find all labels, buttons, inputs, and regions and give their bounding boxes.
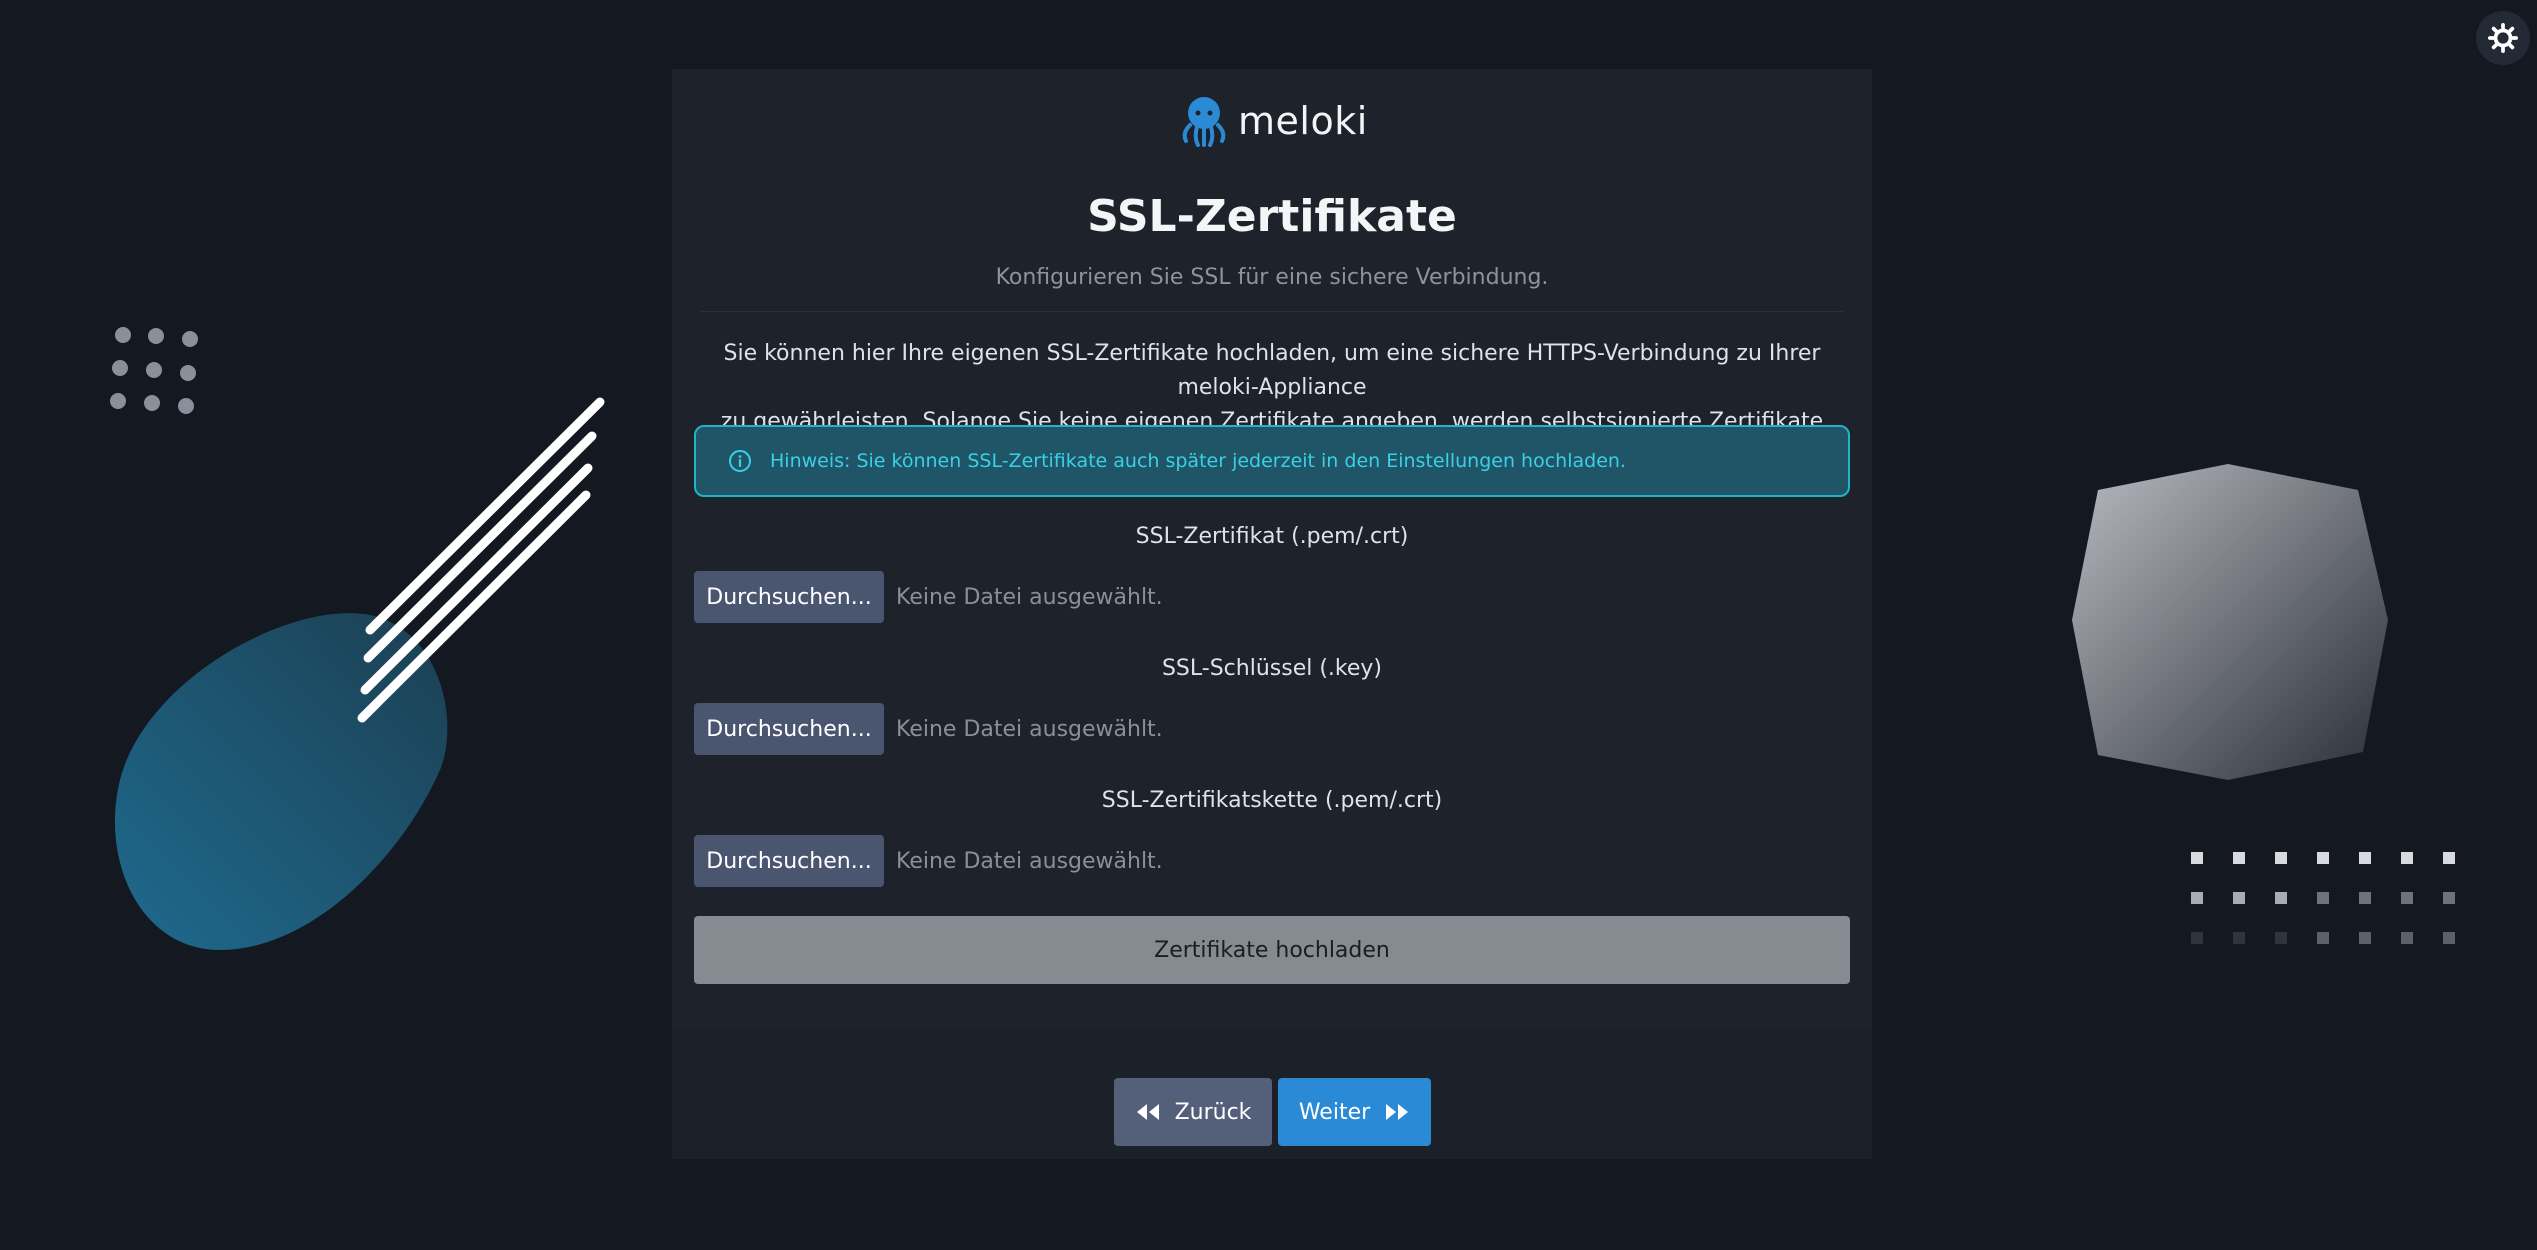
next-button[interactable]: Weiter [1278, 1078, 1431, 1146]
info-alert: Hinweis: Sie können SSL-Zertifikate auch… [694, 425, 1850, 497]
gear-icon [2488, 23, 2518, 53]
chain-browse-button[interactable]: Durchsuchen... [694, 835, 884, 887]
cert-browse-button[interactable]: Durchsuchen... [694, 571, 884, 623]
info-icon [729, 450, 751, 472]
intro-line-1: Sie können hier Ihre eigenen SSL-Zertifi… [723, 341, 1821, 400]
cert-file-input[interactable]: Durchsuchen... Keine Datei ausgewählt. [694, 571, 1163, 623]
theme-toggle-button[interactable] [2476, 11, 2530, 65]
key-file-input[interactable]: Durchsuchen... Keine Datei ausgewählt. [694, 703, 1163, 755]
divider [700, 311, 1844, 312]
double-chevron-right-icon [1386, 1104, 1409, 1120]
next-button-label: Weiter [1298, 1099, 1371, 1125]
octopus-icon [1182, 97, 1226, 147]
cert-file-status: Keine Datei ausgewählt. [896, 584, 1163, 610]
double-chevron-left-icon [1136, 1104, 1159, 1120]
chain-field-label: SSL-Zertifikatskette (.pem/.crt) [1101, 788, 1443, 813]
key-file-status: Keine Datei ausgewählt. [896, 716, 1163, 742]
page-title: SSL-Zertifikate [1087, 191, 1457, 242]
logo-text: meloki [1238, 99, 1368, 143]
cert-field-label: SSL-Zertifikat (.pem/.crt) [1135, 524, 1409, 549]
key-browse-button[interactable]: Durchsuchen... [694, 703, 884, 755]
back-button[interactable]: Zurück [1114, 1078, 1272, 1146]
key-field-label: SSL-Schlüssel (.key) [1161, 656, 1383, 681]
chain-file-input[interactable]: Durchsuchen... Keine Datei ausgewählt. [694, 835, 1163, 887]
squares-decoration [2191, 852, 2455, 944]
blob-decoration [114, 397, 605, 950]
setup-card: meloki SSL-Zertifikate Konfigurieren Sie… [672, 69, 1872, 1159]
alert-text: Hinweis: Sie können SSL-Zertifikate auch… [770, 450, 1626, 472]
page-subtitle: Konfigurieren Sie SSL für eine sichere V… [995, 265, 1549, 290]
octagon-decoration [2072, 464, 2388, 780]
back-button-label: Zurück [1174, 1099, 1252, 1125]
chain-file-status: Keine Datei ausgewählt. [896, 848, 1163, 874]
ssl-form-panel: meloki SSL-Zertifikate Konfigurieren Sie… [672, 69, 1872, 1029]
upload-certificates-button[interactable]: Zertifikate hochladen [694, 916, 1850, 984]
logo: meloki [1180, 93, 1368, 149]
